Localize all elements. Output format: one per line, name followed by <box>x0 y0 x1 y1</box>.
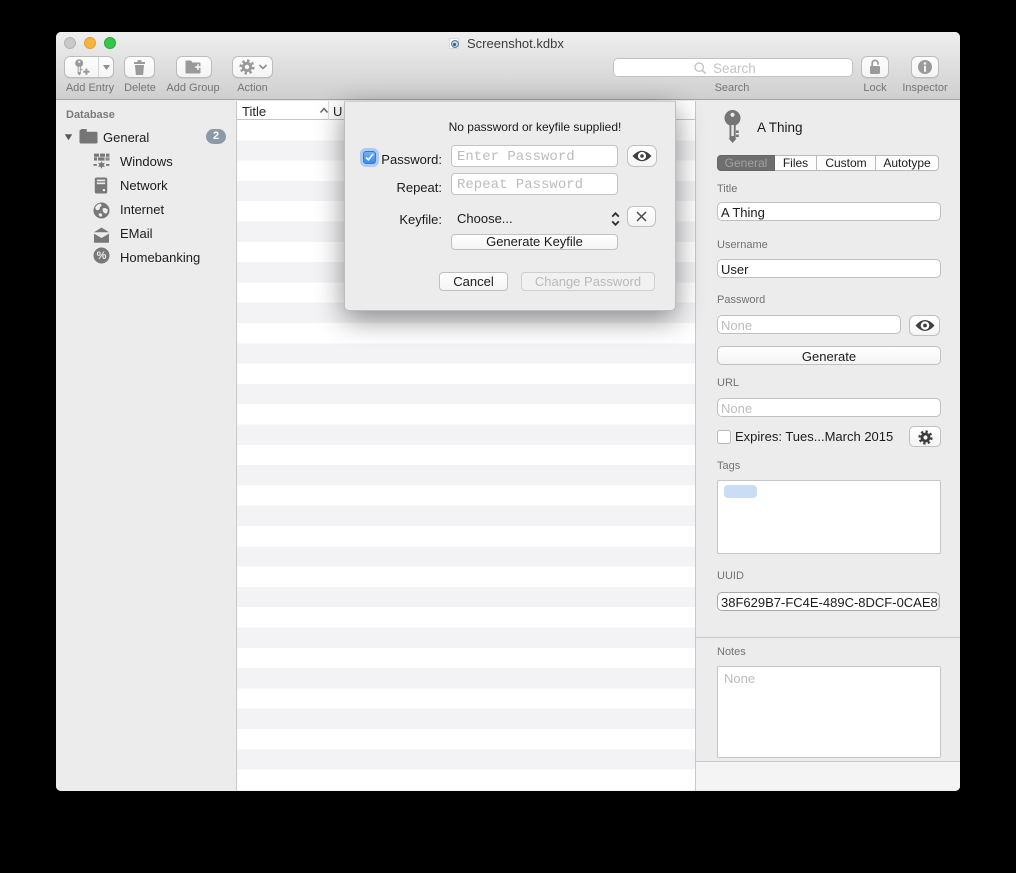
svg-text:%: % <box>97 250 107 262</box>
